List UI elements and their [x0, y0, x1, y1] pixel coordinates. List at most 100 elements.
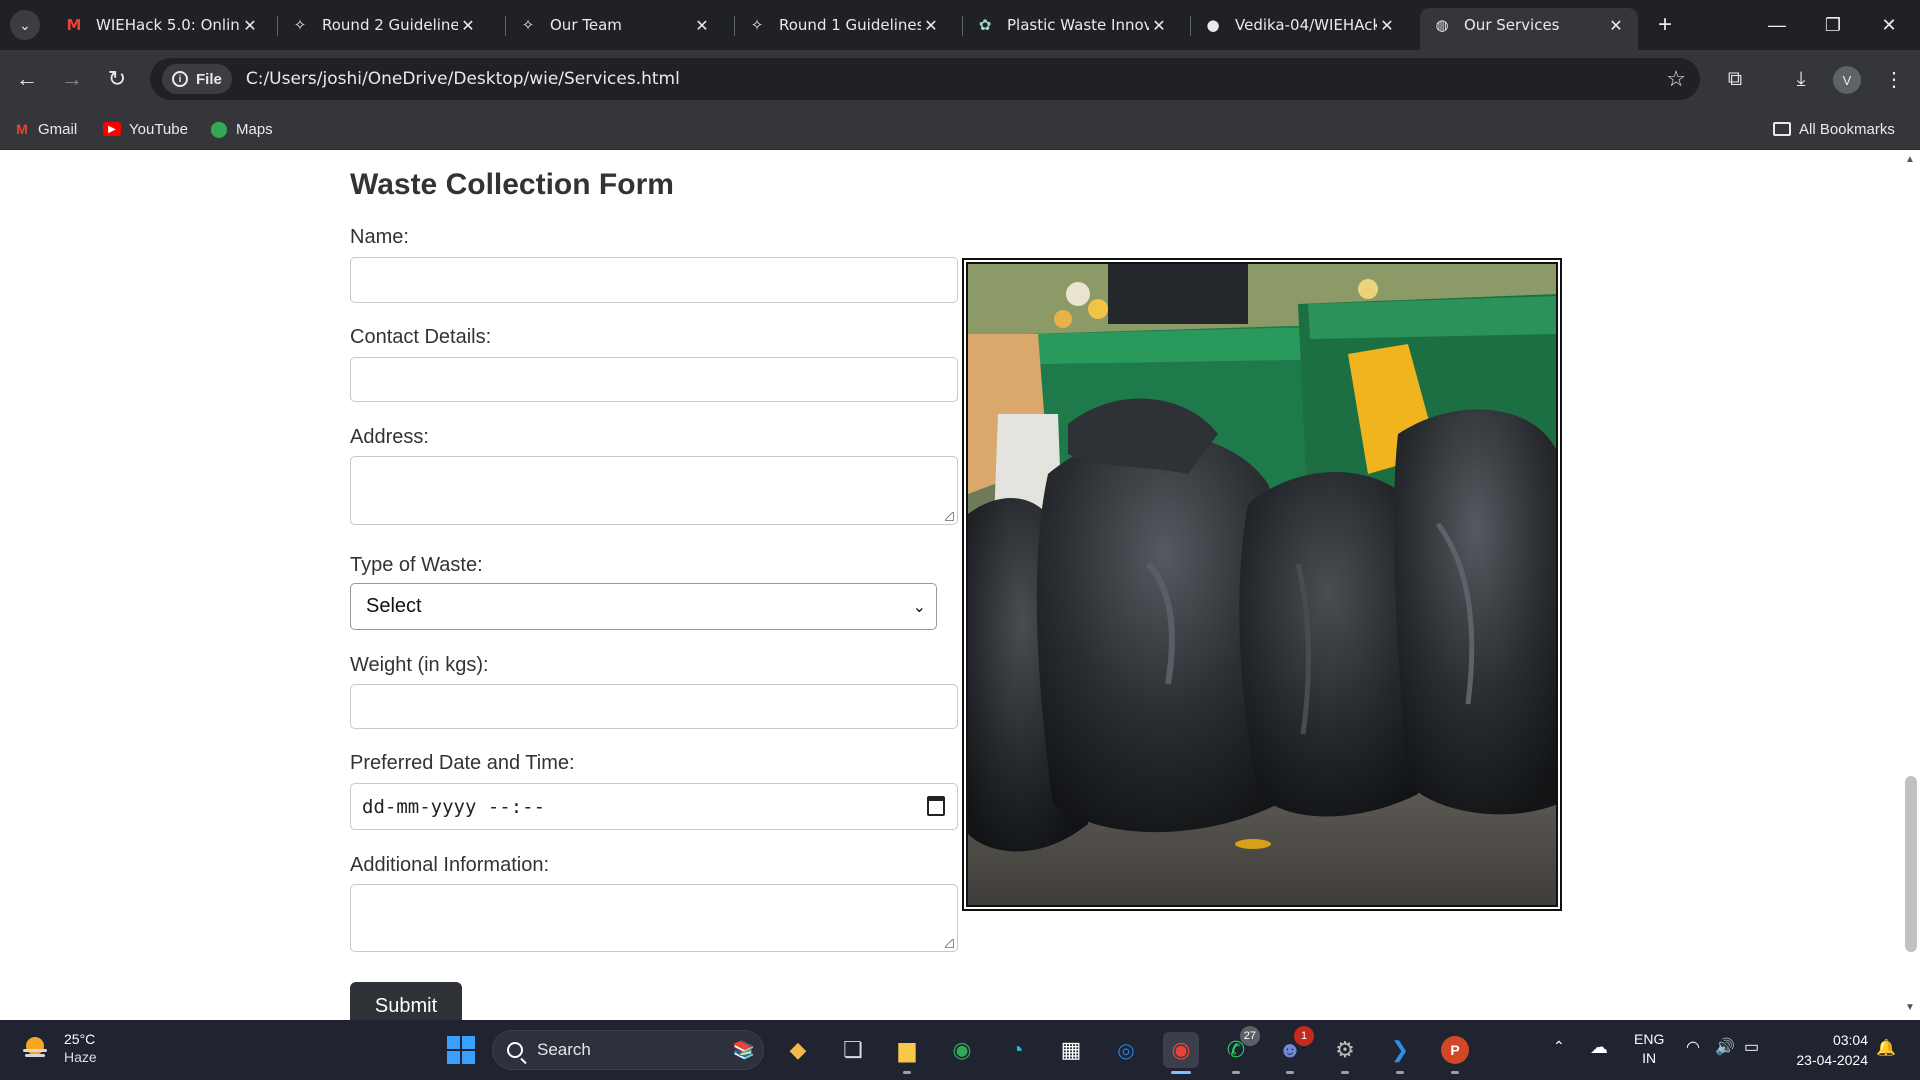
tab-our-services[interactable]: ◍ Our Services ✕ — [1420, 8, 1638, 50]
language-indicator[interactable]: ENG IN — [1634, 1030, 1664, 1068]
forward-button[interactable]: → — [54, 61, 90, 97]
profile-avatar[interactable]: V — [1833, 66, 1861, 94]
back-button[interactable]: ← — [9, 61, 45, 97]
bookmark-maps[interactable]: ⬤ Maps — [210, 118, 273, 140]
dell-app[interactable]: ◎ — [1108, 1032, 1144, 1068]
chrome-active-app[interactable]: ◉ — [1163, 1032, 1199, 1074]
edge-app[interactable]: ◔ — [999, 1032, 1035, 1068]
close-icon[interactable]: ✕ — [1377, 16, 1397, 35]
url-text[interactable]: C:/Users/joshi/OneDrive/Desktop/wie/Serv… — [246, 69, 680, 89]
chrome-icon: ◉ — [1171, 1037, 1191, 1062]
extensions-button[interactable]: ⧉ — [1717, 61, 1753, 97]
weather-haze-icon — [20, 1033, 50, 1063]
gmail-icon: M — [66, 16, 82, 34]
datetime-input[interactable]: dd-mm-yyyy --:-- — [350, 783, 958, 830]
tab-our-team[interactable]: ✧ Our Team ✕ — [506, 8, 724, 42]
address-bar[interactable]: i File C:/Users/joshi/OneDrive/Desktop/w… — [150, 58, 1700, 100]
bookmark-star-icon[interactable]: ☆ — [1666, 66, 1686, 92]
downloads-button[interactable]: ⤓ — [1783, 61, 1819, 97]
arrow-left-icon: ← — [16, 66, 38, 91]
close-icon[interactable]: ✕ — [921, 16, 941, 35]
tab-round1[interactable]: ✧ Round 1 Guidelines ✕ — [735, 8, 953, 42]
scroll-down-icon[interactable]: ▼ — [1905, 1002, 1915, 1013]
scroll-up-icon[interactable]: ▲ — [1905, 154, 1915, 165]
tab-plastic-waste[interactable]: ✿ Plastic Waste Innova ✕ — [963, 8, 1181, 42]
store-app[interactable]: ▦ — [1053, 1032, 1089, 1068]
additional-info-label: Additional Information: — [350, 854, 550, 876]
bookmark-gmail[interactable]: M Gmail — [14, 118, 77, 140]
weight-input[interactable] — [350, 684, 958, 729]
weather-widget[interactable]: 25°C Haze — [20, 1030, 97, 1066]
minimize-icon: — — [1768, 14, 1786, 35]
scrollbar-thumb[interactable] — [1905, 776, 1917, 952]
restore-button[interactable]: ❐ — [1808, 8, 1858, 42]
battery-icon[interactable]: ▭ — [1744, 1037, 1759, 1057]
maps-icon: ⬤ — [210, 121, 228, 138]
system-clock[interactable]: 03:04 23-04-2024 — [1784, 1030, 1868, 1070]
folder-icon: ▆ — [898, 1037, 916, 1062]
powerpoint-icon: P — [1441, 1036, 1469, 1064]
tab-github[interactable]: ● Vedika-04/WIEHAck ✕ — [1191, 8, 1409, 42]
reload-button[interactable]: ↻ — [99, 61, 135, 97]
contact-input[interactable] — [350, 357, 958, 402]
show-hidden-icons[interactable]: ⌃ — [1553, 1038, 1565, 1055]
contact-label: Contact Details: — [350, 326, 492, 348]
bookmark-youtube[interactable]: ▶ YouTube — [103, 118, 188, 140]
close-icon[interactable]: ✕ — [1606, 16, 1626, 35]
more-vertical-icon: ⋮ — [1884, 68, 1904, 91]
start-button[interactable] — [443, 1032, 479, 1068]
tab-wiehack[interactable]: M WIEHack 5.0: Online ✕ — [52, 8, 272, 42]
all-bookmarks[interactable]: All Bookmarks — [1773, 118, 1895, 140]
chevron-down-icon: ⌄ — [19, 16, 31, 33]
settings-app[interactable]: ⚙ — [1327, 1032, 1363, 1074]
tab-search-button[interactable]: ⌄ — [10, 10, 40, 40]
discord-app[interactable]: ☻ 1 — [1272, 1026, 1314, 1074]
datetime-label: Preferred Date and Time: — [350, 752, 575, 774]
chevron-up-icon: ⌃ — [1553, 1038, 1565, 1054]
menu-button[interactable]: ⋮ — [1876, 61, 1912, 97]
globe-icon: ◍ — [1435, 16, 1449, 34]
page-scrollbar[interactable]: ▲ ▼ — [1900, 150, 1920, 1020]
vscode-app[interactable]: ❯ — [1382, 1032, 1418, 1074]
address-textarea[interactable] — [350, 456, 958, 525]
onedrive-icon[interactable]: ☁ — [1590, 1037, 1608, 1058]
info-icon: i — [172, 71, 188, 87]
name-input[interactable] — [350, 257, 958, 303]
notification-bell-icon[interactable]: 🔔 — [1876, 1038, 1896, 1058]
close-icon[interactable]: ✕ — [458, 16, 478, 35]
close-icon[interactable]: ✕ — [1149, 16, 1169, 35]
taskbar-search[interactable]: Search 📚 — [492, 1030, 764, 1070]
download-icon: ⤓ — [1796, 67, 1806, 90]
new-tab-button[interactable]: + — [1650, 10, 1680, 40]
task-view[interactable]: ❏ — [835, 1032, 871, 1068]
wifi-icon[interactable]: ◠ — [1686, 1037, 1700, 1057]
calendar-icon[interactable] — [927, 796, 945, 816]
search-highlight-icon: 📚 — [732, 1039, 755, 1060]
powerpoint-app[interactable]: P — [1437, 1032, 1473, 1074]
garbage-bags-photo — [966, 262, 1558, 907]
folder-icon — [1773, 122, 1791, 136]
whatsapp-app[interactable]: ✆ 27 — [1218, 1026, 1260, 1074]
waste-type-select[interactable]: Select ⌄ — [350, 583, 937, 630]
waste-type-label: Type of Waste: — [350, 554, 483, 576]
chrome-app[interactable]: ◉ — [944, 1032, 980, 1068]
windows-taskbar: 25°C Haze Search 📚 ◆ ❏ ▆ ◉ ◔ ▦ ◎ ◉ ✆ 27 ☻… — [0, 1020, 1920, 1080]
devfolio-icon: ✧ — [750, 16, 764, 34]
minimize-button[interactable]: — — [1752, 8, 1802, 42]
tab-round2[interactable]: ✧ Round 2 Guidelines ✕ — [278, 8, 490, 42]
puzzle-icon: ⧉ — [1727, 67, 1743, 90]
dell-icon: ◎ — [1117, 1039, 1135, 1062]
volume-icon[interactable]: 🔊 — [1715, 1037, 1735, 1057]
copilot-app[interactable]: ◆ — [780, 1032, 816, 1068]
gmail-icon: M — [16, 121, 28, 137]
additional-info-textarea[interactable] — [350, 884, 958, 952]
waste-photo-frame — [962, 258, 1562, 911]
close-icon[interactable]: ✕ — [240, 16, 260, 35]
close-window-button[interactable]: ✕ — [1864, 8, 1914, 42]
close-icon[interactable]: ✕ — [692, 16, 712, 35]
form-title: Waste Collection Form — [350, 168, 674, 201]
site-info-chip[interactable]: i File — [162, 64, 232, 94]
submit-button[interactable]: Submit — [350, 982, 462, 1020]
github-icon: ● — [1206, 16, 1220, 34]
file-explorer-app[interactable]: ▆ — [889, 1032, 925, 1074]
